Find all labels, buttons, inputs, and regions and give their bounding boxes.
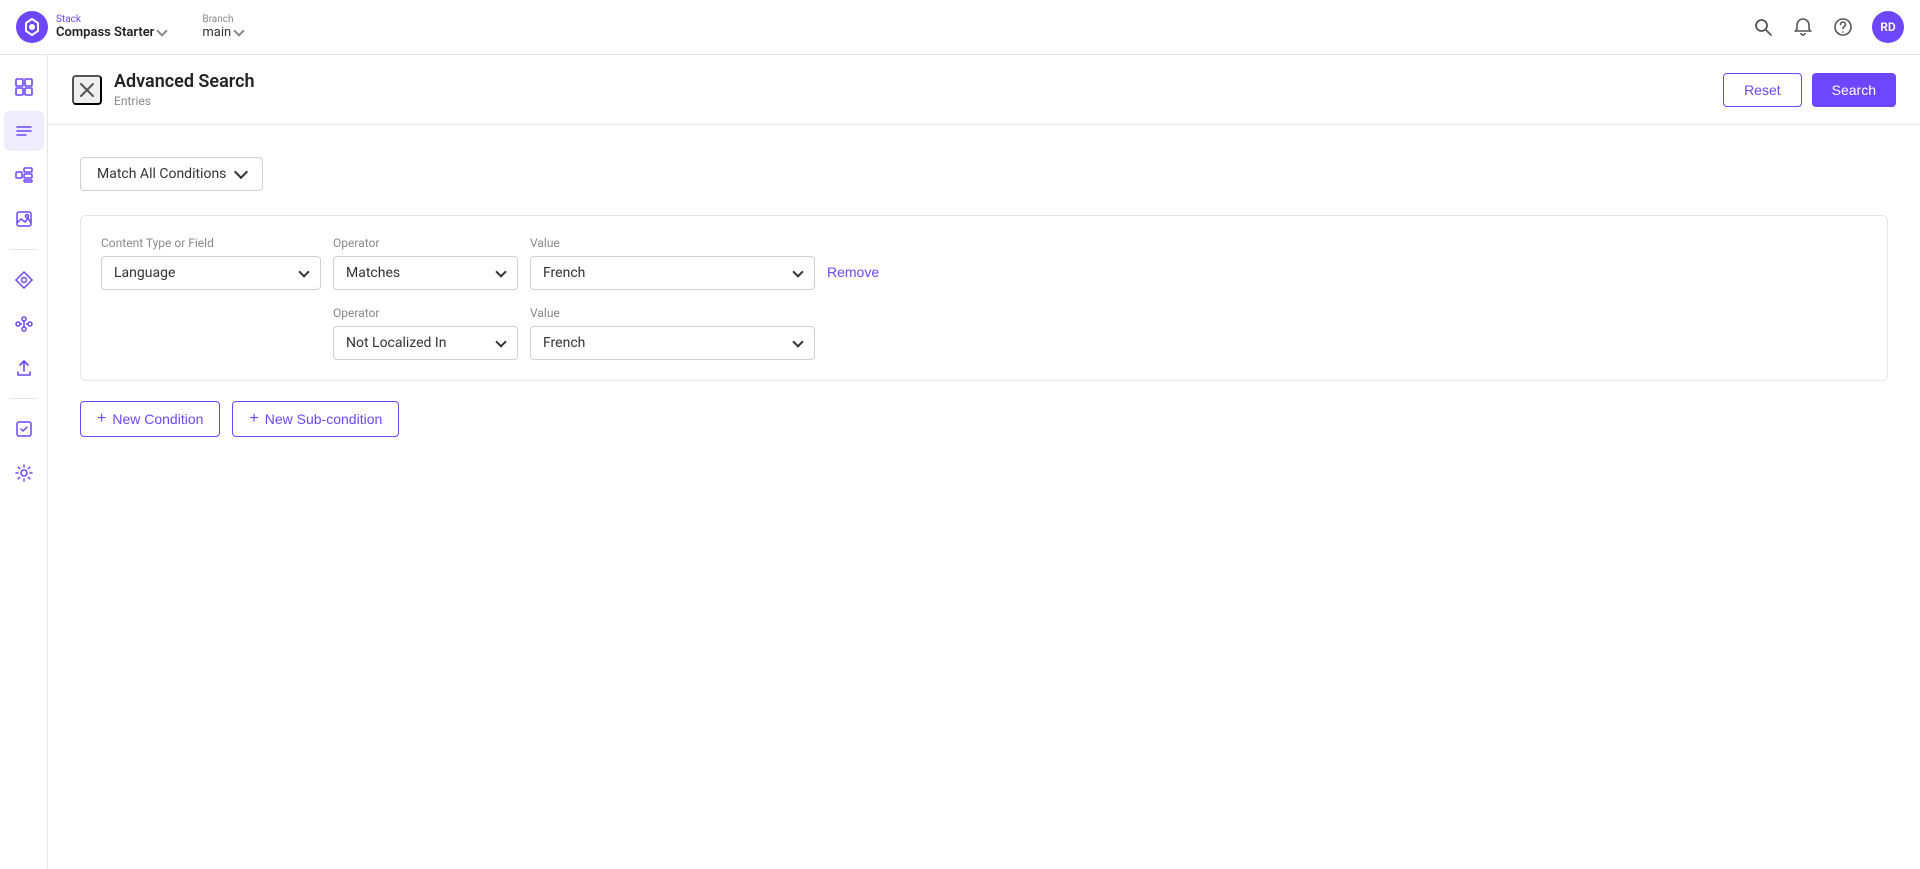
panel-actions: Reset Search bbox=[1723, 73, 1896, 107]
stack-chevron-icon bbox=[157, 25, 168, 36]
field-value: Language bbox=[114, 265, 175, 281]
panel-header-left: Advanced Search Entries bbox=[72, 71, 255, 108]
notification-icon[interactable] bbox=[1792, 16, 1814, 38]
value-label-2: Value bbox=[530, 306, 815, 320]
condition-row-1: Content Type or Field Language Operator … bbox=[101, 236, 1867, 290]
value-chevron-icon-2 bbox=[792, 336, 803, 347]
field-select[interactable]: Language bbox=[101, 256, 321, 290]
operator-label-2: Operator bbox=[333, 306, 518, 320]
logo-area: Stack Compass Starter bbox=[16, 11, 166, 43]
condition-group: Content Type or Field Language Operator … bbox=[80, 215, 1888, 381]
operator-chevron-icon-1 bbox=[495, 266, 506, 277]
reset-button[interactable]: Reset bbox=[1723, 73, 1802, 107]
value-column-2: Value French bbox=[530, 306, 815, 360]
bottom-actions: + New Condition + New Sub-condition bbox=[80, 401, 1888, 437]
sidebar-item-workflows[interactable] bbox=[4, 304, 44, 344]
sidebar-divider-2 bbox=[10, 398, 38, 399]
sidebar-item-assets[interactable] bbox=[4, 199, 44, 239]
stack-info: Stack Compass Starter bbox=[56, 14, 166, 40]
topnav-icons: RD bbox=[1752, 11, 1904, 43]
remove-button-1[interactable]: Remove bbox=[827, 264, 879, 280]
new-subcondition-button[interactable]: + New Sub-condition bbox=[232, 401, 399, 437]
value-select-2[interactable]: French bbox=[530, 326, 815, 360]
value-select-1[interactable]: French bbox=[530, 256, 815, 290]
sidebar bbox=[0, 55, 48, 869]
branch-info: Branch main bbox=[202, 14, 243, 40]
operator-chevron-icon-2 bbox=[495, 336, 506, 347]
match-condition-label: Match All Conditions bbox=[97, 166, 226, 182]
panel-header: Advanced Search Entries Reset Search bbox=[48, 55, 1920, 125]
value-label-1: Value bbox=[530, 236, 815, 250]
search-button[interactable]: Search bbox=[1812, 73, 1896, 107]
plus-icon: + bbox=[97, 410, 106, 428]
match-condition-chevron-icon bbox=[234, 165, 248, 179]
search-icon[interactable] bbox=[1752, 16, 1774, 38]
new-subcondition-label: New Sub-condition bbox=[265, 411, 383, 427]
stack-label: Stack bbox=[56, 14, 166, 25]
operator-value-1: Matches bbox=[346, 265, 400, 281]
action-column-1: Remove bbox=[827, 236, 879, 280]
sidebar-item-content-types[interactable] bbox=[4, 155, 44, 195]
new-condition-button[interactable]: + New Condition bbox=[80, 401, 220, 437]
value-value-2: French bbox=[543, 335, 585, 351]
help-icon[interactable] bbox=[1832, 16, 1854, 38]
operator-select-1[interactable]: Matches bbox=[333, 256, 518, 290]
panel-body: Match All Conditions Content Type or Fie… bbox=[48, 125, 1920, 869]
user-avatar[interactable]: RD bbox=[1872, 11, 1904, 43]
branch-label: Branch bbox=[202, 14, 243, 25]
sidebar-item-dashboard[interactable] bbox=[4, 67, 44, 107]
sidebar-item-entries[interactable] bbox=[4, 111, 44, 151]
value-value-1: French bbox=[543, 265, 585, 281]
branch-name[interactable]: main bbox=[202, 25, 243, 40]
panel-title-block: Advanced Search Entries bbox=[114, 71, 255, 108]
field-column: Content Type or Field Language bbox=[101, 236, 321, 290]
field-label: Content Type or Field bbox=[101, 236, 321, 250]
logo-icon bbox=[16, 11, 48, 43]
sidebar-item-deploy[interactable] bbox=[4, 348, 44, 388]
close-button[interactable] bbox=[72, 75, 102, 105]
panel-title: Advanced Search bbox=[114, 71, 255, 92]
stack-name[interactable]: Compass Starter bbox=[56, 25, 166, 40]
operator-column-2: Operator Not Localized In bbox=[333, 306, 518, 360]
field-chevron-icon bbox=[298, 266, 309, 277]
sidebar-item-releases[interactable] bbox=[4, 260, 44, 300]
value-column-1: Value French bbox=[530, 236, 815, 290]
condition-subrow-1: Operator Not Localized In Value French bbox=[333, 306, 1867, 360]
branch-chevron-icon bbox=[234, 25, 245, 36]
panel-subtitle: Entries bbox=[114, 94, 255, 108]
operator-value-2: Not Localized In bbox=[346, 335, 446, 351]
value-chevron-icon-1 bbox=[792, 266, 803, 277]
new-condition-label: New Condition bbox=[112, 411, 203, 427]
sidebar-divider-1 bbox=[10, 249, 38, 250]
operator-select-2[interactable]: Not Localized In bbox=[333, 326, 518, 360]
operator-column-1: Operator Matches bbox=[333, 236, 518, 290]
main-content: Advanced Search Entries Reset Search Mat… bbox=[48, 55, 1920, 869]
topnav: Stack Compass Starter Branch main RD bbox=[0, 0, 1920, 55]
plus-icon-sub: + bbox=[249, 410, 258, 428]
sidebar-item-settings[interactable] bbox=[4, 453, 44, 493]
match-condition-dropdown[interactable]: Match All Conditions bbox=[80, 157, 263, 191]
sidebar-item-tasks[interactable] bbox=[4, 409, 44, 449]
operator-label-1: Operator bbox=[333, 236, 518, 250]
